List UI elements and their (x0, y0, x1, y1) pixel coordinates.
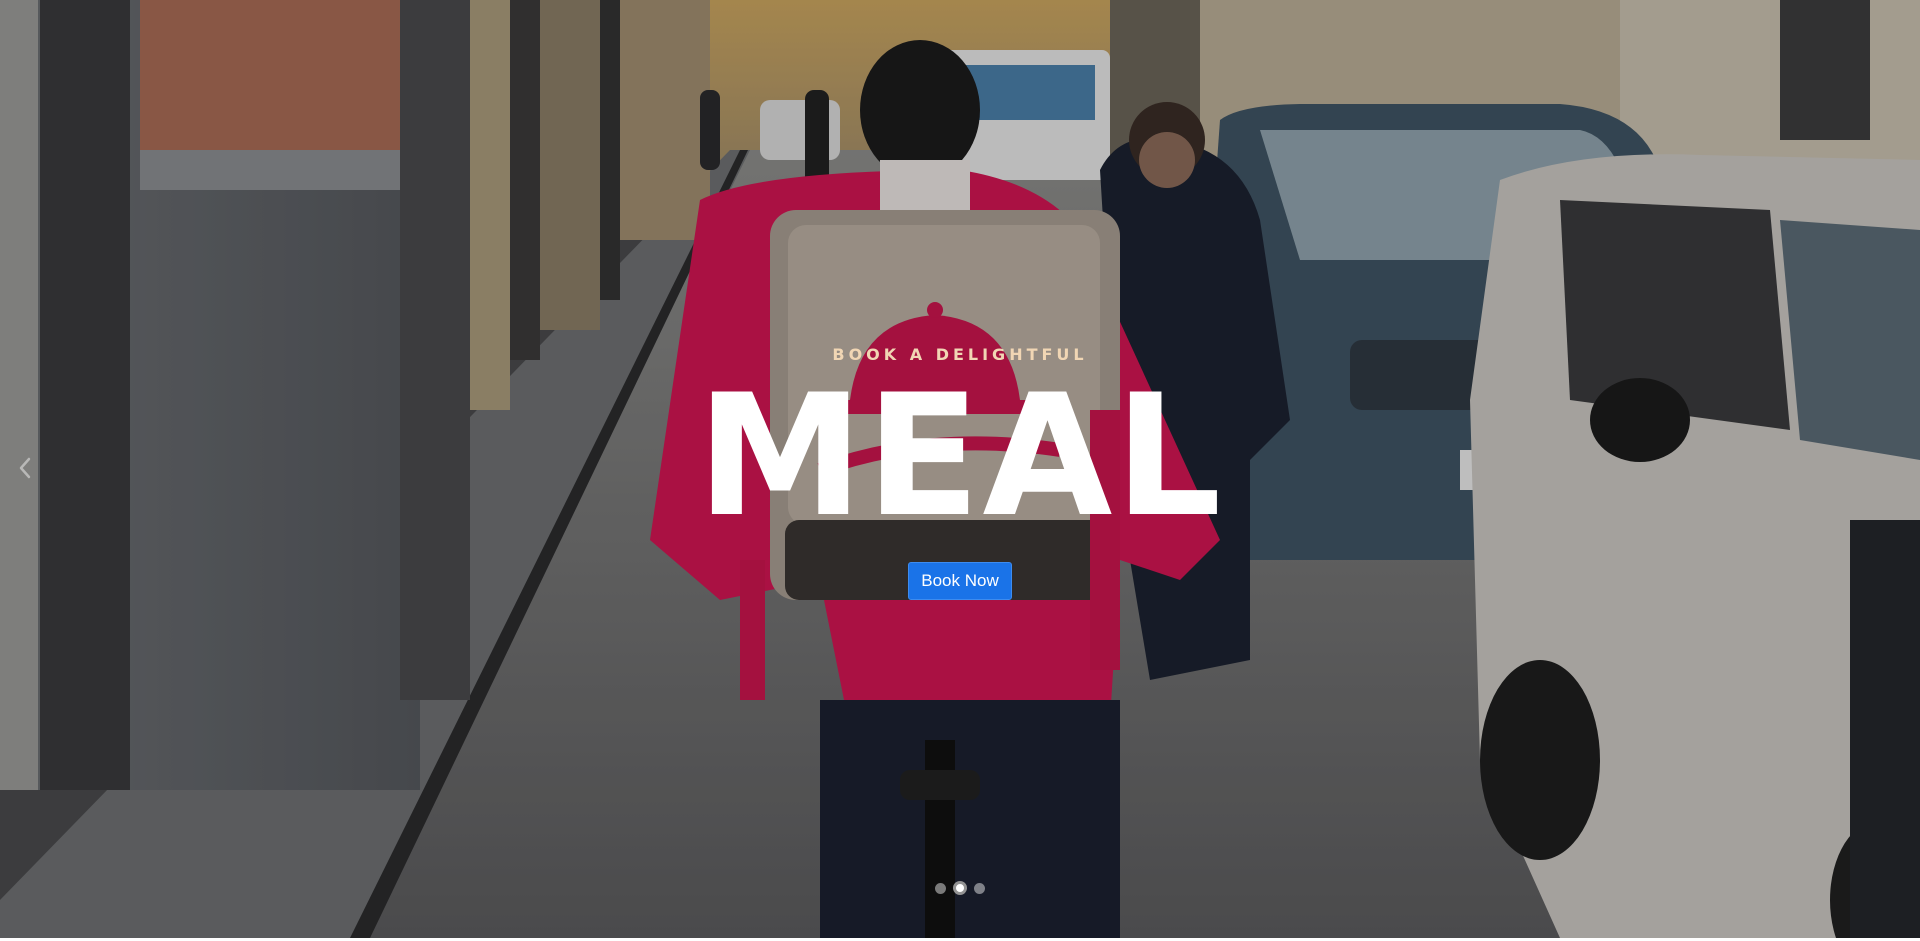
carousel-indicator-1[interactable] (935, 882, 946, 894)
carousel-indicators (928, 880, 992, 896)
carousel-indicator-2[interactable] (953, 881, 967, 895)
carousel-prev-button[interactable] (14, 448, 36, 488)
hero-overlay (0, 0, 1920, 938)
book-now-button[interactable]: Book Now (908, 562, 1012, 600)
hero-carousel: BOOK A DELIGHTFUL MEAL Book Now (0, 0, 1920, 938)
carousel-indicator-3[interactable] (974, 882, 985, 894)
chevron-left-icon (19, 457, 31, 479)
